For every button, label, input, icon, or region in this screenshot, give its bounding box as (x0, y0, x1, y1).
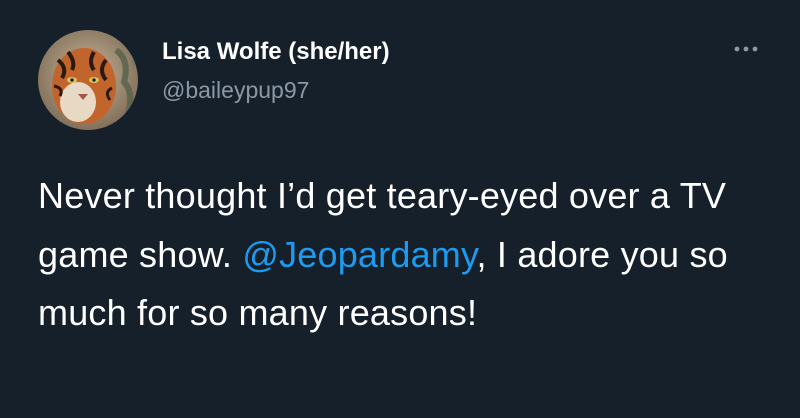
tiger-avatar-icon (38, 30, 138, 130)
more-options-icon (734, 46, 758, 52)
avatar[interactable] (38, 30, 138, 130)
tweet-text: Never thought I’d get teary-eyed over a … (38, 167, 773, 343)
author-handle[interactable]: @baileypup97 (162, 77, 309, 104)
mention-link[interactable]: @Jeopardamy (242, 234, 476, 275)
author-display-name[interactable]: Lisa Wolfe (she/her) (162, 38, 390, 66)
tweet-card: Lisa Wolfe (she/her) @baileypup97 Never … (0, 0, 800, 418)
more-options-button[interactable] (726, 34, 766, 64)
